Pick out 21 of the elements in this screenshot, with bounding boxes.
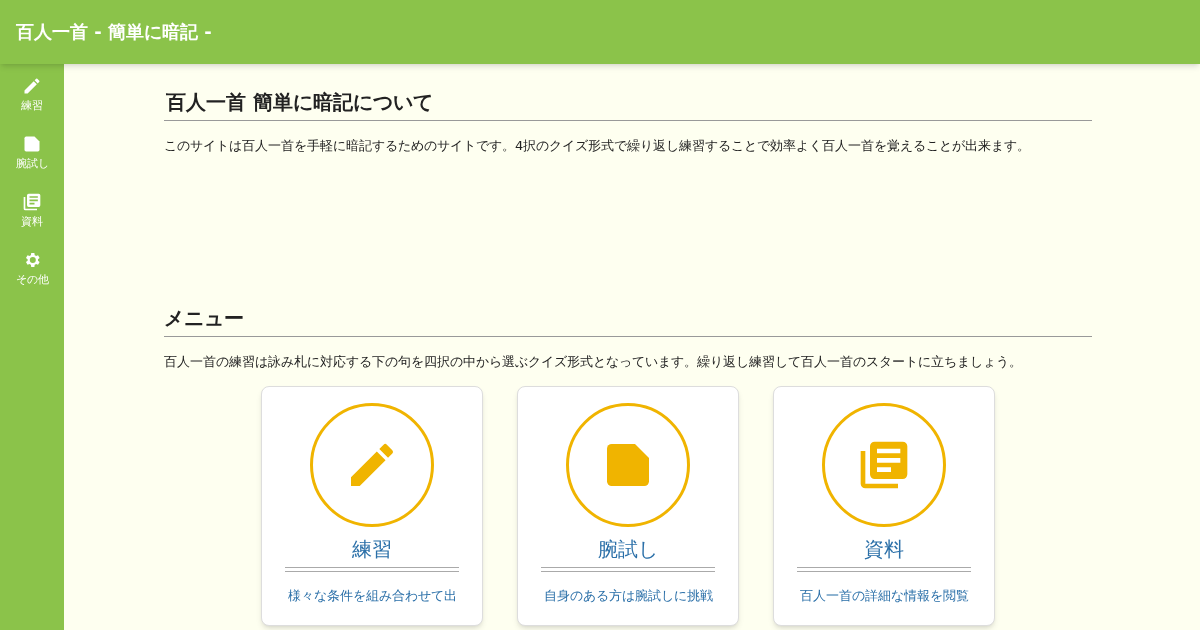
sidebar-item[interactable]: 練習 <box>0 72 64 118</box>
card-title: 腕試し <box>598 536 658 563</box>
about-text: このサイトは百人一首を手軽に暗記するためのサイトです。4択のクイズ形式で繰り返し練習することで効率よく百人一首を覚えることが出来ます。 <box>164 137 1032 154</box>
menu-card[interactable]: 腕試し 自身のある方は腕試しに挑戦 <box>517 386 739 626</box>
menu-card[interactable]: 練習 様々な条件を組み合わせて出 <box>261 386 483 626</box>
card-description: 様々な条件を組み合わせて出 <box>287 588 457 604</box>
card-title: 資料 <box>864 536 904 563</box>
sidebar-item[interactable]: 資料 <box>0 188 64 234</box>
section-heading: 百人一首 簡単に暗記について <box>164 88 1092 121</box>
sidebar-item[interactable]: その他 <box>0 246 64 292</box>
card-description: 百人一首の詳細な情報を閲覧 <box>799 588 969 604</box>
site-title: 百人一首 - 簡単に暗記 - <box>16 20 212 44</box>
sidebar-item[interactable]: 腕試し <box>0 130 64 176</box>
card-title: 練習 <box>352 536 392 563</box>
stacked-pages-icon <box>22 192 42 212</box>
note-icon <box>22 134 42 154</box>
card-description: 自身のある方は腕試しに挑戦 <box>543 588 713 604</box>
section-heading: メニュー <box>164 304 1092 337</box>
pencil-icon <box>22 76 42 96</box>
menu-text: 百人一首の練習は詠み札に対応する下の句を四択の中から選ぶクイズ形式となっています。繰り返し練習して百人一首のスタートに立ちましょう。 <box>164 353 1023 370</box>
menu-card[interactable]: 資料 百人一首の詳細な情報を閲覧 <box>773 386 995 626</box>
